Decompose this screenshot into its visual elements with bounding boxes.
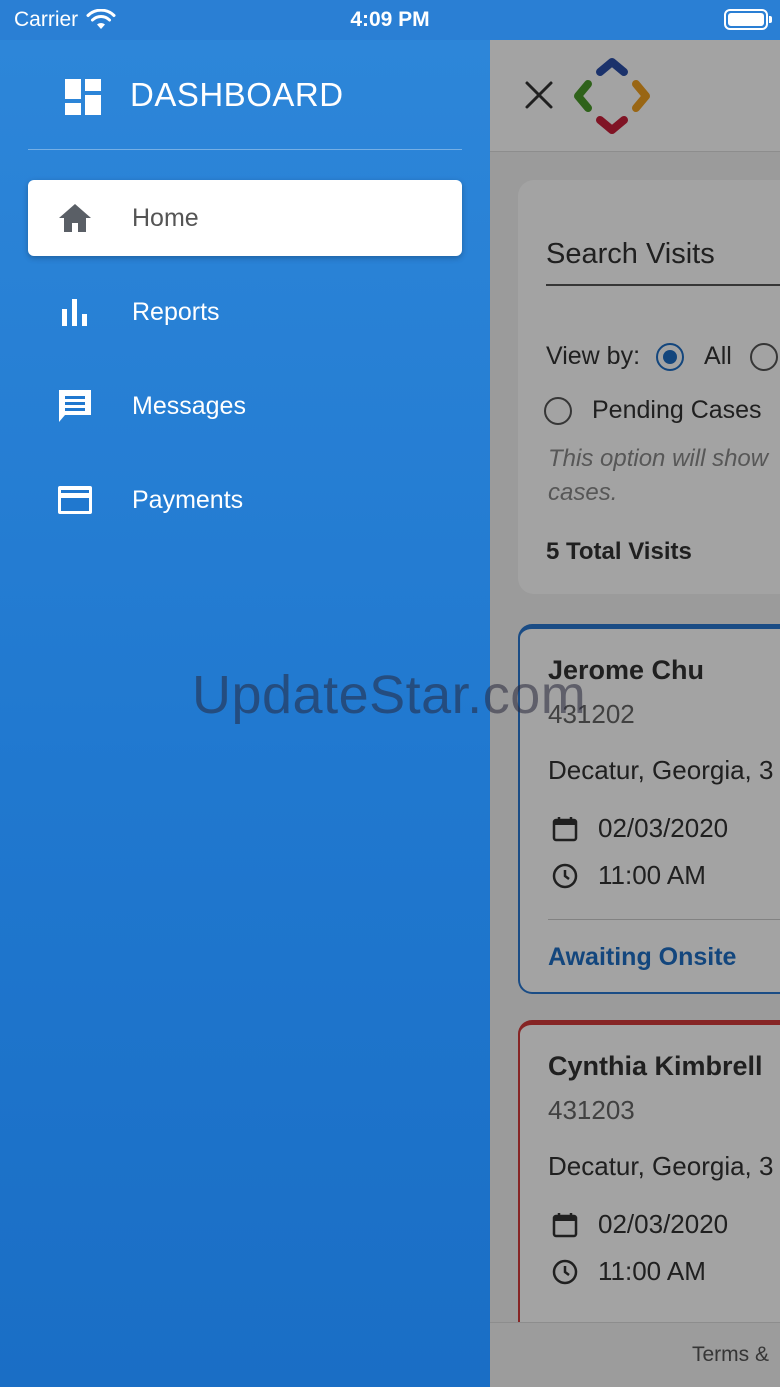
visit-date: 02/03/2020	[598, 813, 729, 843]
calendar-icon	[552, 816, 578, 841]
search-card: Search Visits View by: All Pending Cases…	[518, 180, 780, 594]
message-icon	[59, 390, 91, 422]
view-by-row: View by: All	[546, 342, 778, 371]
clock-icon	[552, 1259, 578, 1284]
visit-date-row: 02/03/2020	[550, 813, 728, 844]
app-header	[490, 40, 780, 152]
home-icon	[59, 204, 91, 232]
nav-item-messages[interactable]: Messages	[28, 368, 462, 444]
nav-item-payments[interactable]: Payments	[28, 462, 462, 538]
option-hint-line-2: cases.	[548, 479, 618, 506]
brand-logo	[574, 58, 650, 134]
visit-time: 11:00 AM	[598, 860, 706, 890]
option-hint-line-1: This option will show	[548, 445, 769, 472]
visit-divider	[548, 919, 780, 920]
visit-status[interactable]: Awaiting Onsite	[548, 943, 736, 972]
visit-location: Decatur, Georgia, 3	[548, 1151, 774, 1181]
nav-item-label: Payments	[132, 485, 244, 514]
option-hint: This option will show cases.	[548, 442, 780, 510]
nav-item-label: Reports	[132, 297, 220, 326]
radio-all[interactable]	[656, 342, 685, 371]
bar-chart-icon	[62, 299, 87, 326]
drawer-divider	[28, 149, 462, 150]
nav-item-home[interactable]: Home	[28, 180, 462, 256]
search-visits-input[interactable]: Search Visits	[546, 238, 715, 271]
pending-row: Pending Cases	[544, 396, 762, 425]
radio-other[interactable]	[749, 342, 778, 371]
nav-item-reports[interactable]: Reports	[28, 274, 462, 350]
visit-time-row: 11:00 AM	[550, 1256, 706, 1287]
visit-name: Cynthia Kimbrell	[548, 1051, 763, 1081]
drawer-title: DASHBOARD	[130, 76, 344, 113]
footer: Terms &	[490, 1322, 780, 1387]
credit-card-icon	[58, 486, 92, 514]
search-underline	[546, 284, 780, 286]
visit-date: 02/03/2020	[598, 1209, 729, 1239]
total-visits: 5 Total Visits	[546, 538, 692, 565]
dashboard-icon	[65, 79, 101, 115]
clock-icon	[552, 863, 578, 888]
view-by-label: View by:	[546, 342, 641, 370]
clock: 4:09 PM	[350, 8, 430, 31]
calendar-icon	[552, 1212, 578, 1237]
visit-date-row: 02/03/2020	[550, 1209, 728, 1240]
watermark: UpdateStar.com	[192, 665, 587, 725]
visit-time: 11:00 AM	[598, 1256, 706, 1286]
radio-pending[interactable]	[544, 396, 572, 425]
radio-all-label[interactable]: All	[704, 342, 732, 371]
radio-pending-label[interactable]: Pending Cases	[592, 396, 762, 425]
terms-link[interactable]: Terms &	[692, 1343, 769, 1367]
visit-number: 431203	[548, 1095, 635, 1125]
visit-time-row: 11:00 AM	[550, 860, 706, 891]
nav-item-label: Home	[132, 203, 199, 232]
battery-icon	[724, 9, 772, 30]
nav-item-label: Messages	[132, 391, 246, 420]
close-icon[interactable]	[524, 80, 554, 110]
visit-location: Decatur, Georgia, 3	[548, 755, 774, 785]
drawer-header: DASHBOARD	[0, 40, 490, 150]
status-bar: Carrier 4:09 PM	[0, 0, 780, 40]
